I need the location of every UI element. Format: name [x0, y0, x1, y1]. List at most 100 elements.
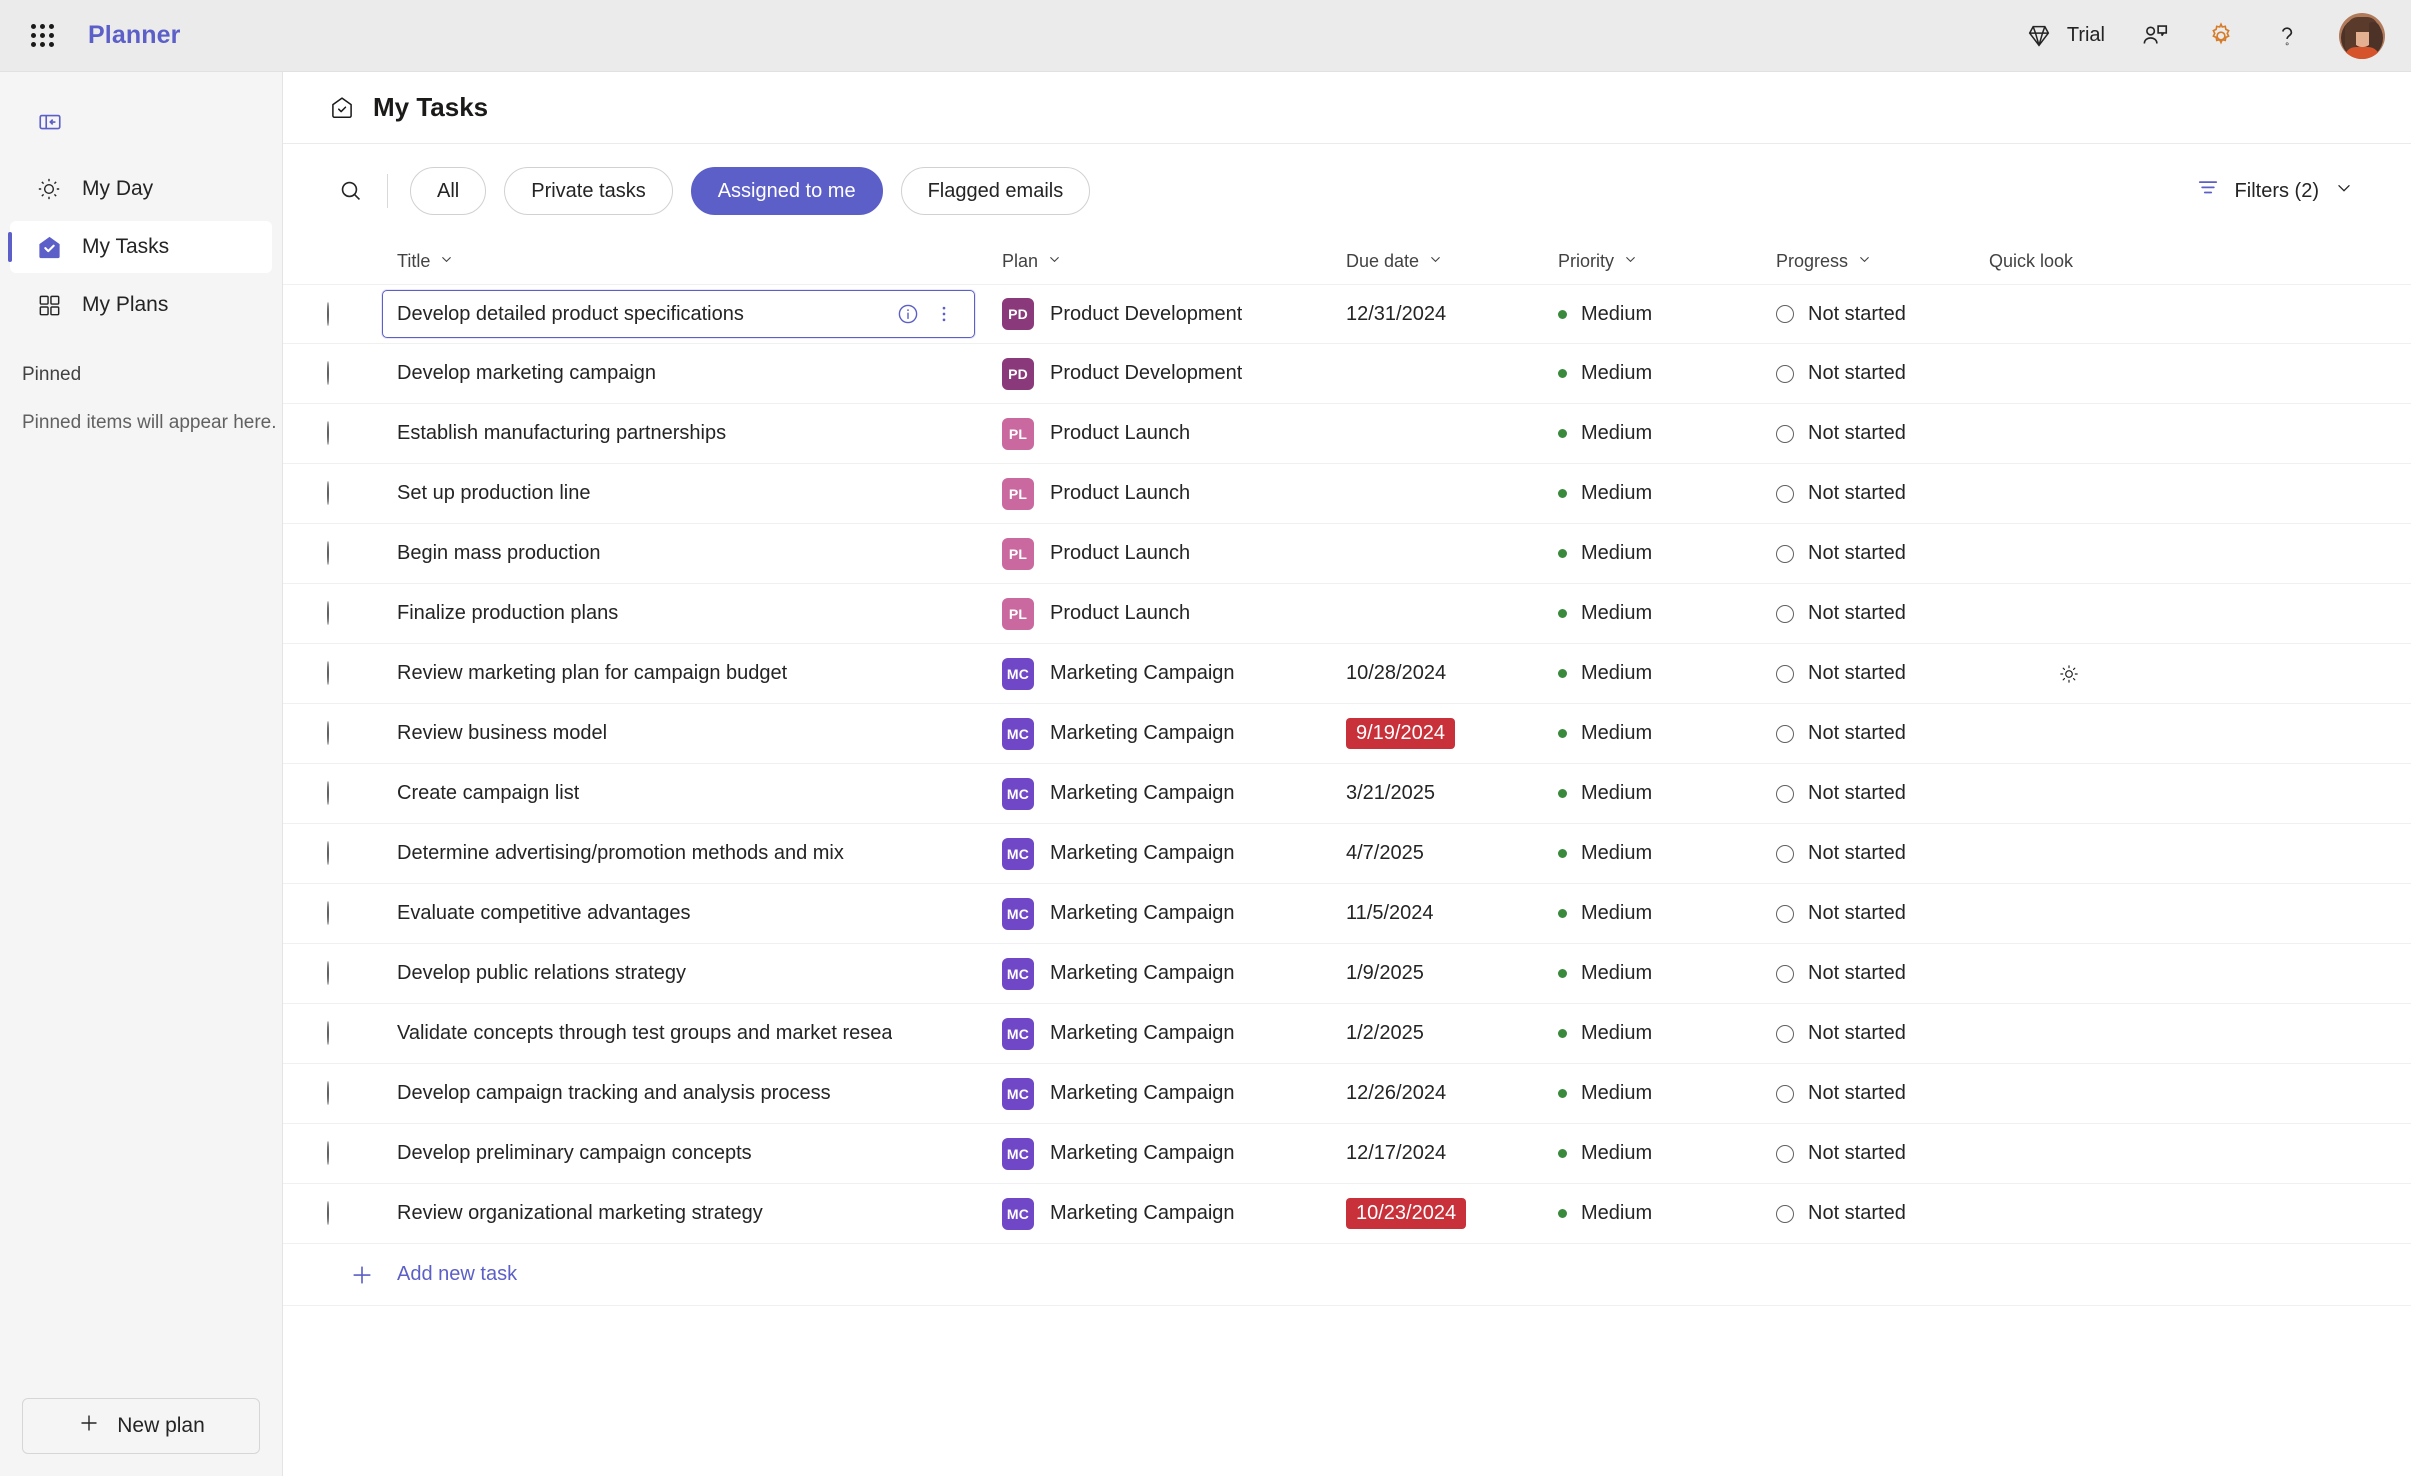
table-row[interactable]: Review organizational marketing strategy…: [283, 1184, 2411, 1244]
task-title-cell[interactable]: Finalize production plans: [397, 602, 1002, 625]
add-new-task-row[interactable]: Add new task: [283, 1244, 2411, 1306]
task-complete-checkbox[interactable]: [327, 721, 329, 745]
task-title-cell[interactable]: Evaluate competitive advantages: [397, 902, 1002, 925]
task-priority-cell[interactable]: Medium: [1558, 1082, 1776, 1105]
task-priority-cell[interactable]: Medium: [1558, 1142, 1776, 1165]
task-complete-checkbox[interactable]: [327, 1201, 329, 1225]
pill-flagged-emails[interactable]: Flagged emails: [900, 167, 1091, 215]
task-priority-cell[interactable]: Medium: [1558, 782, 1776, 805]
info-circle-icon[interactable]: [890, 296, 926, 332]
task-priority-cell[interactable]: Medium: [1558, 662, 1776, 685]
task-priority-cell[interactable]: Medium: [1558, 542, 1776, 565]
task-priority-cell[interactable]: Medium: [1558, 422, 1776, 445]
task-title-cell[interactable]: Determine advertising/promotion methods …: [397, 842, 1002, 865]
task-title-cell[interactable]: Develop preliminary campaign concepts: [397, 1142, 1002, 1165]
column-header-title[interactable]: Title: [397, 251, 1002, 272]
task-due-date-cell[interactable]: 11/5/2024: [1346, 902, 1558, 925]
task-title-cell[interactable]: Develop detailed product specifications: [382, 290, 1002, 338]
table-row[interactable]: Develop campaign tracking and analysis p…: [283, 1064, 2411, 1124]
table-row[interactable]: Develop marketing campaign PD Product Deve…: [283, 344, 2411, 404]
task-priority-cell[interactable]: Medium: [1558, 1202, 1776, 1225]
task-title-cell[interactable]: Develop public relations strategy: [397, 962, 1002, 985]
task-progress-cell[interactable]: Not started: [1776, 722, 1989, 745]
table-row[interactable]: Develop preliminary campaign concepts MC M…: [283, 1124, 2411, 1184]
search-input[interactable]: [329, 169, 373, 213]
task-priority-cell[interactable]: Medium: [1558, 722, 1776, 745]
column-header-plan[interactable]: Plan: [1002, 251, 1346, 272]
table-row[interactable]: Develop public relations strategy MC Marke…: [283, 944, 2411, 1004]
task-priority-cell[interactable]: Medium: [1558, 962, 1776, 985]
task-priority-cell[interactable]: Medium: [1558, 602, 1776, 625]
task-due-date-cell[interactable]: 4/7/2025: [1346, 842, 1558, 865]
task-title-cell[interactable]: Set up production line: [397, 482, 1002, 505]
task-progress-cell[interactable]: Not started: [1776, 422, 1989, 445]
task-priority-cell[interactable]: Medium: [1558, 1022, 1776, 1045]
task-due-date-cell[interactable]: 12/26/2024: [1346, 1082, 1558, 1105]
column-header-progress[interactable]: Progress: [1776, 251, 1989, 272]
table-row[interactable]: Create campaign list MC Marketing Campaign…: [283, 764, 2411, 824]
task-complete-checkbox[interactable]: [327, 601, 329, 625]
task-complete-checkbox[interactable]: [327, 301, 329, 326]
task-complete-checkbox[interactable]: [327, 1081, 329, 1105]
task-priority-cell[interactable]: Medium: [1558, 482, 1776, 505]
task-complete-checkbox[interactable]: [327, 421, 329, 445]
table-row[interactable]: Begin mass production PL Product Launch Med…: [283, 524, 2411, 584]
task-due-date-cell[interactable]: 1/2/2025: [1346, 1022, 1558, 1045]
task-priority-cell[interactable]: Medium: [1558, 362, 1776, 385]
task-title-cell[interactable]: Develop campaign tracking and analysis p…: [397, 1082, 1002, 1105]
column-header-due-date[interactable]: Due date: [1346, 251, 1558, 272]
task-progress-cell[interactable]: Not started: [1776, 782, 1989, 805]
task-progress-cell[interactable]: Not started: [1776, 1142, 1989, 1165]
table-row[interactable]: Review business model MC Marketing Campaig…: [283, 704, 2411, 764]
table-row[interactable]: Set up production line PL Product Launch Me…: [283, 464, 2411, 524]
task-progress-cell[interactable]: Not started: [1776, 602, 1989, 625]
new-plan-button[interactable]: New plan: [22, 1398, 260, 1454]
sidebar-item-my-tasks[interactable]: My Tasks: [8, 221, 272, 273]
task-title-cell[interactable]: Develop marketing campaign: [397, 362, 1002, 385]
more-vertical-icon[interactable]: [926, 296, 962, 332]
table-row[interactable]: Evaluate competitive advantages MC Marketi…: [283, 884, 2411, 944]
task-complete-checkbox[interactable]: [327, 841, 329, 865]
task-progress-cell[interactable]: Not started: [1776, 542, 1989, 565]
task-title-cell[interactable]: Review organizational marketing strategy: [397, 1202, 1002, 1225]
task-progress-cell[interactable]: Not started: [1776, 1082, 1989, 1105]
pill-all[interactable]: All: [410, 167, 487, 215]
task-title-cell[interactable]: Validate concepts through test groups an…: [397, 1022, 1002, 1045]
task-complete-checkbox[interactable]: [327, 1141, 329, 1165]
task-title-cell[interactable]: Begin mass production: [397, 542, 1002, 565]
avatar[interactable]: [2339, 12, 2385, 59]
table-row[interactable]: Review marketing plan for campaign budge…: [283, 644, 2411, 704]
task-complete-checkbox[interactable]: [327, 901, 329, 925]
task-complete-checkbox[interactable]: [327, 361, 329, 385]
task-progress-cell[interactable]: Not started: [1776, 962, 1989, 985]
task-due-date-cell[interactable]: 10/28/2024: [1346, 662, 1558, 685]
task-due-date-cell[interactable]: 12/17/2024: [1346, 1142, 1558, 1165]
task-due-date-cell[interactable]: 12/31/2024: [1346, 303, 1558, 326]
task-progress-cell[interactable]: Not started: [1776, 902, 1989, 925]
pill-assigned-to-me[interactable]: Assigned to me: [690, 167, 883, 215]
task-title-focused-box[interactable]: Develop detailed product specifications: [382, 290, 975, 338]
task-title-cell[interactable]: Create campaign list: [397, 782, 1002, 805]
task-progress-cell[interactable]: Not started: [1776, 303, 1989, 326]
task-due-date-cell[interactable]: 3/21/2025: [1346, 782, 1558, 805]
table-row[interactable]: Establish manufacturing partnerships PL Pr…: [283, 404, 2411, 464]
sidebar-item-my-plans[interactable]: My Plans: [10, 279, 272, 331]
app-launcher-icon[interactable]: [22, 16, 62, 56]
task-priority-cell[interactable]: Medium: [1558, 842, 1776, 865]
table-row[interactable]: Validate concepts through test groups an…: [283, 1004, 2411, 1064]
task-due-date-cell[interactable]: 1/9/2025: [1346, 962, 1558, 985]
filters-button[interactable]: Filters (2): [2181, 167, 2369, 215]
task-priority-cell[interactable]: Medium: [1558, 902, 1776, 925]
task-title-cell[interactable]: Review marketing plan for campaign budge…: [397, 662, 1002, 685]
settings-button[interactable]: [2191, 12, 2251, 60]
pill-private-tasks[interactable]: Private tasks: [504, 167, 673, 215]
feedback-button[interactable]: [2125, 12, 2185, 60]
task-complete-checkbox[interactable]: [327, 541, 329, 565]
task-complete-checkbox[interactable]: [327, 1021, 329, 1045]
table-row[interactable]: Develop detailed product specifications P…: [283, 284, 2411, 344]
task-complete-checkbox[interactable]: [327, 661, 329, 685]
task-progress-cell[interactable]: Not started: [1776, 1022, 1989, 1045]
task-complete-checkbox[interactable]: [327, 961, 329, 985]
sun-icon[interactable]: [2051, 656, 2087, 692]
app-brand-planner[interactable]: Planner: [88, 21, 180, 50]
